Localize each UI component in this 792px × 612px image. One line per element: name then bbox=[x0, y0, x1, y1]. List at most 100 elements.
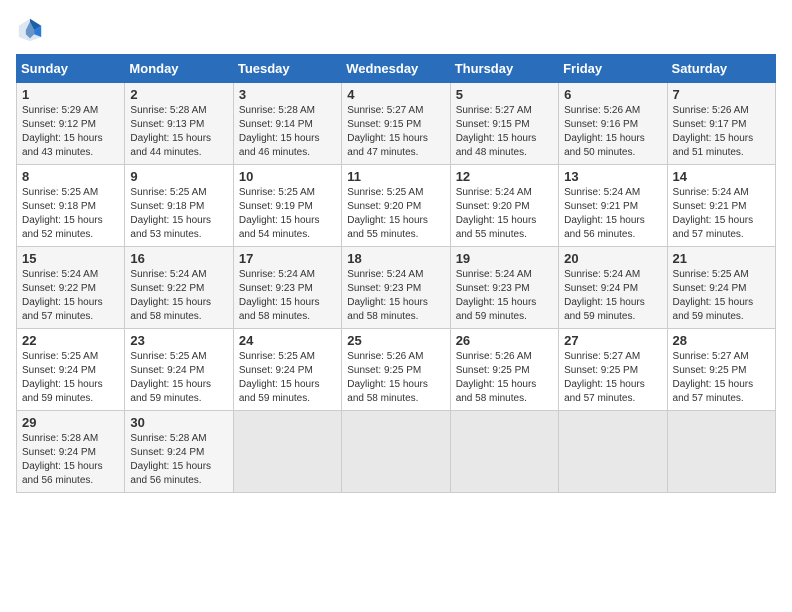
day-detail: Sunrise: 5:27 AMSunset: 9:25 PMDaylight:… bbox=[564, 350, 661, 406]
day-number: 19 bbox=[456, 251, 553, 266]
day-number: 14 bbox=[673, 169, 770, 184]
day-cell: 13 Sunrise: 5:24 AMSunset: 9:21 PMDaylig… bbox=[559, 165, 667, 247]
day-number: 21 bbox=[673, 251, 770, 266]
day-number: 1 bbox=[22, 87, 119, 102]
week-row-4: 22 Sunrise: 5:25 AMSunset: 9:24 PMDaylig… bbox=[17, 329, 776, 411]
day-number: 16 bbox=[130, 251, 227, 266]
day-detail: Sunrise: 5:25 AMSunset: 9:20 PMDaylight:… bbox=[347, 186, 444, 242]
day-cell: 5 Sunrise: 5:27 AMSunset: 9:15 PMDayligh… bbox=[450, 83, 558, 165]
day-detail: Sunrise: 5:25 AMSunset: 9:18 PMDaylight:… bbox=[22, 186, 119, 242]
header-cell-sunday: Sunday bbox=[17, 55, 125, 83]
day-number: 15 bbox=[22, 251, 119, 266]
day-detail: Sunrise: 5:24 AMSunset: 9:23 PMDaylight:… bbox=[456, 268, 553, 324]
day-cell: 18 Sunrise: 5:24 AMSunset: 9:23 PMDaylig… bbox=[342, 247, 450, 329]
day-number: 9 bbox=[130, 169, 227, 184]
logo-icon bbox=[16, 16, 44, 44]
day-cell: 8 Sunrise: 5:25 AMSunset: 9:18 PMDayligh… bbox=[17, 165, 125, 247]
day-number: 28 bbox=[673, 333, 770, 348]
day-cell: 12 Sunrise: 5:24 AMSunset: 9:20 PMDaylig… bbox=[450, 165, 558, 247]
header-cell-friday: Friday bbox=[559, 55, 667, 83]
header-cell-monday: Monday bbox=[125, 55, 233, 83]
day-cell: 9 Sunrise: 5:25 AMSunset: 9:18 PMDayligh… bbox=[125, 165, 233, 247]
day-detail: Sunrise: 5:28 AMSunset: 9:24 PMDaylight:… bbox=[130, 432, 227, 488]
day-number: 2 bbox=[130, 87, 227, 102]
day-detail: Sunrise: 5:29 AMSunset: 9:12 PMDaylight:… bbox=[22, 104, 119, 160]
day-detail: Sunrise: 5:24 AMSunset: 9:24 PMDaylight:… bbox=[564, 268, 661, 324]
week-row-5: 29 Sunrise: 5:28 AMSunset: 9:24 PMDaylig… bbox=[17, 411, 776, 493]
day-detail: Sunrise: 5:25 AMSunset: 9:24 PMDaylight:… bbox=[239, 350, 336, 406]
day-number: 13 bbox=[564, 169, 661, 184]
day-detail: Sunrise: 5:27 AMSunset: 9:15 PMDaylight:… bbox=[347, 104, 444, 160]
day-cell bbox=[233, 411, 341, 493]
day-cell: 6 Sunrise: 5:26 AMSunset: 9:16 PMDayligh… bbox=[559, 83, 667, 165]
day-number: 22 bbox=[22, 333, 119, 348]
header-cell-saturday: Saturday bbox=[667, 55, 775, 83]
day-cell: 22 Sunrise: 5:25 AMSunset: 9:24 PMDaylig… bbox=[17, 329, 125, 411]
header-cell-thursday: Thursday bbox=[450, 55, 558, 83]
calendar-table: SundayMondayTuesdayWednesdayThursdayFrid… bbox=[16, 54, 776, 493]
day-detail: Sunrise: 5:26 AMSunset: 9:25 PMDaylight:… bbox=[347, 350, 444, 406]
day-cell: 11 Sunrise: 5:25 AMSunset: 9:20 PMDaylig… bbox=[342, 165, 450, 247]
day-cell: 28 Sunrise: 5:27 AMSunset: 9:25 PMDaylig… bbox=[667, 329, 775, 411]
day-cell: 19 Sunrise: 5:24 AMSunset: 9:23 PMDaylig… bbox=[450, 247, 558, 329]
day-cell bbox=[559, 411, 667, 493]
day-number: 17 bbox=[239, 251, 336, 266]
header-cell-wednesday: Wednesday bbox=[342, 55, 450, 83]
day-detail: Sunrise: 5:24 AMSunset: 9:20 PMDaylight:… bbox=[456, 186, 553, 242]
day-number: 7 bbox=[673, 87, 770, 102]
day-cell: 2 Sunrise: 5:28 AMSunset: 9:13 PMDayligh… bbox=[125, 83, 233, 165]
day-number: 4 bbox=[347, 87, 444, 102]
day-cell: 14 Sunrise: 5:24 AMSunset: 9:21 PMDaylig… bbox=[667, 165, 775, 247]
day-detail: Sunrise: 5:24 AMSunset: 9:21 PMDaylight:… bbox=[564, 186, 661, 242]
day-detail: Sunrise: 5:27 AMSunset: 9:15 PMDaylight:… bbox=[456, 104, 553, 160]
day-number: 29 bbox=[22, 415, 119, 430]
day-detail: Sunrise: 5:25 AMSunset: 9:24 PMDaylight:… bbox=[22, 350, 119, 406]
day-cell: 23 Sunrise: 5:25 AMSunset: 9:24 PMDaylig… bbox=[125, 329, 233, 411]
logo bbox=[16, 16, 48, 44]
day-number: 26 bbox=[456, 333, 553, 348]
calendar-header: SundayMondayTuesdayWednesdayThursdayFrid… bbox=[17, 55, 776, 83]
day-cell: 7 Sunrise: 5:26 AMSunset: 9:17 PMDayligh… bbox=[667, 83, 775, 165]
day-detail: Sunrise: 5:28 AMSunset: 9:14 PMDaylight:… bbox=[239, 104, 336, 160]
week-row-3: 15 Sunrise: 5:24 AMSunset: 9:22 PMDaylig… bbox=[17, 247, 776, 329]
day-detail: Sunrise: 5:26 AMSunset: 9:17 PMDaylight:… bbox=[673, 104, 770, 160]
day-detail: Sunrise: 5:28 AMSunset: 9:13 PMDaylight:… bbox=[130, 104, 227, 160]
day-detail: Sunrise: 5:24 AMSunset: 9:22 PMDaylight:… bbox=[22, 268, 119, 324]
day-cell: 29 Sunrise: 5:28 AMSunset: 9:24 PMDaylig… bbox=[17, 411, 125, 493]
week-row-2: 8 Sunrise: 5:25 AMSunset: 9:18 PMDayligh… bbox=[17, 165, 776, 247]
day-detail: Sunrise: 5:24 AMSunset: 9:21 PMDaylight:… bbox=[673, 186, 770, 242]
day-cell: 3 Sunrise: 5:28 AMSunset: 9:14 PMDayligh… bbox=[233, 83, 341, 165]
day-number: 3 bbox=[239, 87, 336, 102]
day-cell: 24 Sunrise: 5:25 AMSunset: 9:24 PMDaylig… bbox=[233, 329, 341, 411]
day-detail: Sunrise: 5:25 AMSunset: 9:24 PMDaylight:… bbox=[130, 350, 227, 406]
day-detail: Sunrise: 5:26 AMSunset: 9:25 PMDaylight:… bbox=[456, 350, 553, 406]
day-number: 30 bbox=[130, 415, 227, 430]
day-cell bbox=[342, 411, 450, 493]
day-number: 8 bbox=[22, 169, 119, 184]
header-row: SundayMondayTuesdayWednesdayThursdayFrid… bbox=[17, 55, 776, 83]
day-cell: 10 Sunrise: 5:25 AMSunset: 9:19 PMDaylig… bbox=[233, 165, 341, 247]
day-detail: Sunrise: 5:26 AMSunset: 9:16 PMDaylight:… bbox=[564, 104, 661, 160]
day-cell: 17 Sunrise: 5:24 AMSunset: 9:23 PMDaylig… bbox=[233, 247, 341, 329]
day-number: 27 bbox=[564, 333, 661, 348]
week-row-1: 1 Sunrise: 5:29 AMSunset: 9:12 PMDayligh… bbox=[17, 83, 776, 165]
day-number: 18 bbox=[347, 251, 444, 266]
day-number: 11 bbox=[347, 169, 444, 184]
day-detail: Sunrise: 5:24 AMSunset: 9:23 PMDaylight:… bbox=[347, 268, 444, 324]
day-detail: Sunrise: 5:25 AMSunset: 9:24 PMDaylight:… bbox=[673, 268, 770, 324]
day-cell: 16 Sunrise: 5:24 AMSunset: 9:22 PMDaylig… bbox=[125, 247, 233, 329]
day-cell: 4 Sunrise: 5:27 AMSunset: 9:15 PMDayligh… bbox=[342, 83, 450, 165]
day-number: 12 bbox=[456, 169, 553, 184]
day-detail: Sunrise: 5:28 AMSunset: 9:24 PMDaylight:… bbox=[22, 432, 119, 488]
day-number: 6 bbox=[564, 87, 661, 102]
day-number: 24 bbox=[239, 333, 336, 348]
header bbox=[16, 16, 776, 44]
day-detail: Sunrise: 5:27 AMSunset: 9:25 PMDaylight:… bbox=[673, 350, 770, 406]
day-number: 5 bbox=[456, 87, 553, 102]
day-detail: Sunrise: 5:25 AMSunset: 9:18 PMDaylight:… bbox=[130, 186, 227, 242]
day-cell: 30 Sunrise: 5:28 AMSunset: 9:24 PMDaylig… bbox=[125, 411, 233, 493]
day-cell: 20 Sunrise: 5:24 AMSunset: 9:24 PMDaylig… bbox=[559, 247, 667, 329]
day-cell bbox=[450, 411, 558, 493]
day-detail: Sunrise: 5:24 AMSunset: 9:23 PMDaylight:… bbox=[239, 268, 336, 324]
day-detail: Sunrise: 5:25 AMSunset: 9:19 PMDaylight:… bbox=[239, 186, 336, 242]
